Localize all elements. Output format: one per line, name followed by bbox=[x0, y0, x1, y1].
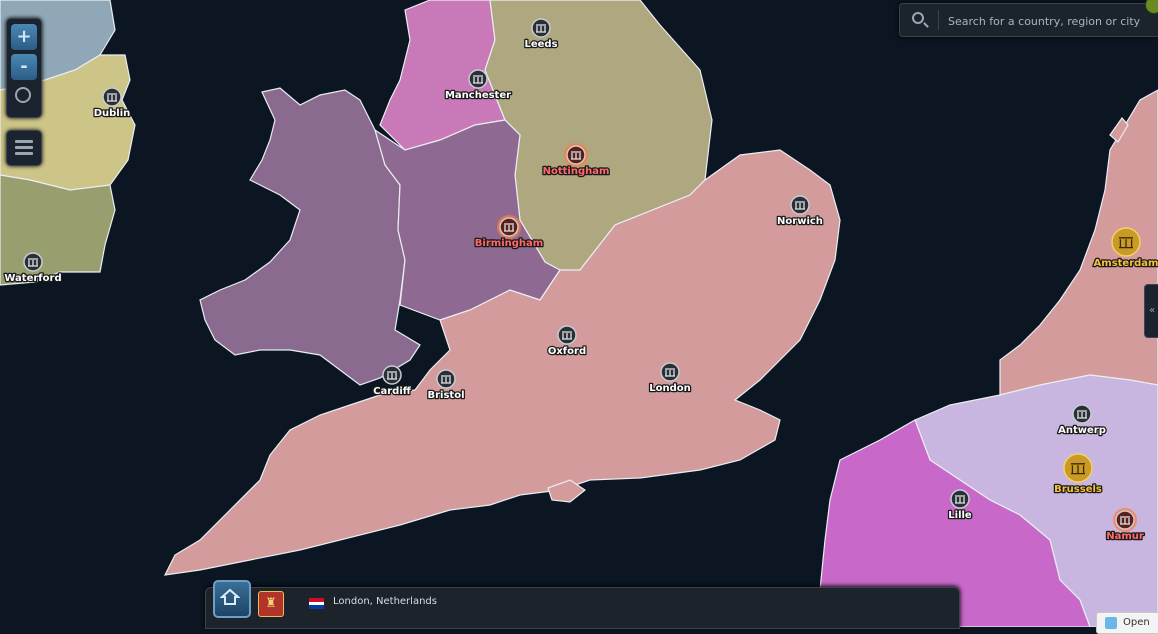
zoom-out-button[interactable]: - bbox=[11, 54, 37, 80]
layers-button[interactable] bbox=[6, 130, 42, 166]
recenter-icon[interactable] bbox=[15, 87, 31, 103]
search-icon[interactable] bbox=[912, 12, 924, 24]
window-icon bbox=[1105, 617, 1117, 629]
columns-icon bbox=[504, 223, 514, 232]
columns-icon bbox=[665, 368, 675, 377]
city-label: Norwich bbox=[777, 216, 823, 227]
columns-icon bbox=[107, 93, 117, 102]
city-label: London bbox=[649, 383, 691, 394]
columns-icon bbox=[562, 331, 572, 340]
city-label: Amsterdam bbox=[1094, 258, 1158, 269]
region-ireland-south[interactable] bbox=[0, 174, 116, 286]
city-label: Brussels bbox=[1054, 484, 1102, 495]
city-label: Dublin bbox=[94, 108, 131, 119]
city-label: Manchester bbox=[445, 90, 511, 101]
city-label: Cardiff bbox=[373, 386, 412, 397]
columns-icon bbox=[387, 371, 397, 380]
columns-icon bbox=[795, 201, 805, 210]
city-label: Lille bbox=[948, 510, 972, 521]
city-label: Birmingham bbox=[475, 238, 543, 249]
search-box bbox=[899, 3, 1158, 37]
home-icon bbox=[220, 588, 240, 605]
city-label: Nottingham bbox=[543, 166, 610, 177]
crest-icon: ♜ bbox=[265, 596, 277, 611]
columns-icon bbox=[955, 495, 965, 504]
columns-icon bbox=[536, 24, 546, 33]
home-button[interactable] bbox=[213, 580, 251, 618]
search-input[interactable] bbox=[946, 10, 1150, 32]
columns-icon bbox=[1120, 516, 1130, 525]
empire-badge-button[interactable]: ♜ bbox=[258, 591, 284, 617]
city-label: Antwerp bbox=[1058, 425, 1106, 436]
layers-icon bbox=[15, 140, 33, 143]
columns-icon bbox=[441, 375, 451, 384]
map[interactable]: Leeds Manchester Dublin Nottingham Norwich Bi… bbox=[0, 0, 1158, 627]
open-button-label: Open bbox=[1123, 617, 1150, 628]
city-label: Bristol bbox=[427, 390, 464, 401]
columns-icon bbox=[1077, 410, 1087, 419]
netherlands-flag-icon bbox=[308, 597, 325, 610]
columns-icon bbox=[571, 151, 581, 160]
columns-icon bbox=[473, 75, 483, 84]
columns-icon bbox=[28, 258, 38, 267]
layers-icon-line bbox=[15, 146, 33, 149]
layers-icon-line bbox=[15, 152, 33, 155]
city-label: Oxford bbox=[548, 346, 586, 357]
city-label: Namur bbox=[1106, 531, 1144, 542]
zoom-in-button[interactable]: + bbox=[11, 24, 37, 50]
side-panel-toggle[interactable]: « bbox=[1144, 284, 1158, 338]
open-button[interactable]: Open bbox=[1096, 612, 1158, 634]
current-location: London, Netherlands bbox=[333, 596, 437, 607]
city-label: Leeds bbox=[524, 39, 557, 50]
search-divider bbox=[938, 10, 939, 30]
bottom-bar: ♜ London, Netherlands bbox=[205, 580, 960, 629]
city-label: Waterford bbox=[4, 273, 61, 284]
zoom-controls: + - bbox=[6, 18, 42, 118]
